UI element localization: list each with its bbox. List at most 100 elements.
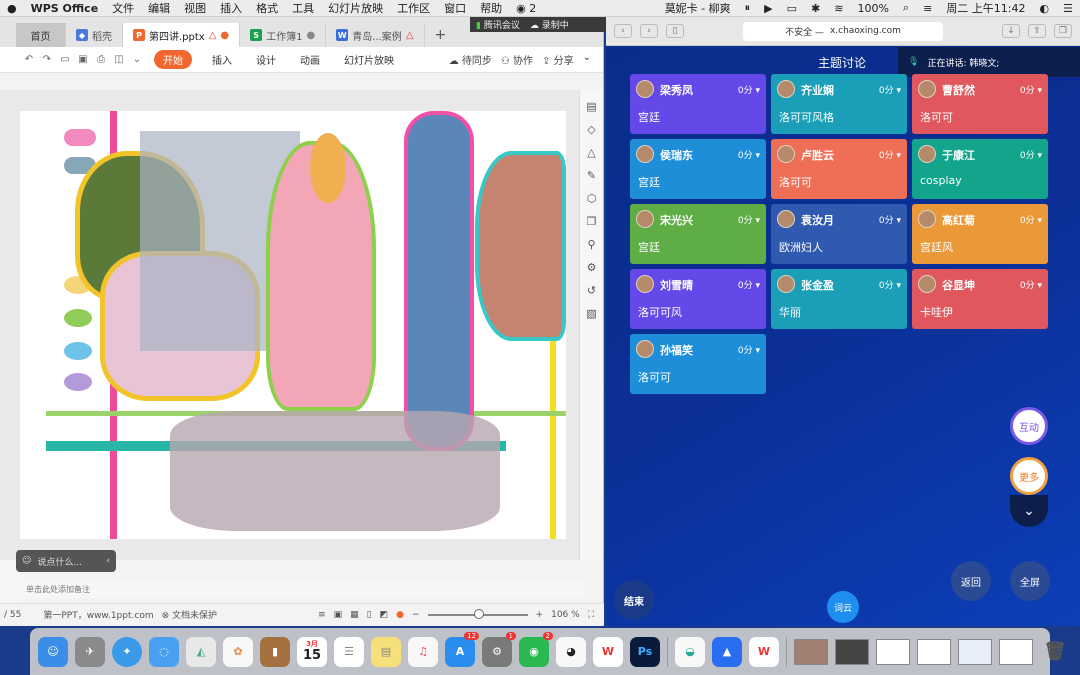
maps-icon[interactable]: ◭ [186, 636, 216, 667]
minimized-window-thumb[interactable] [917, 638, 951, 665]
print-icon[interactable]: ⎙ [92, 54, 110, 65]
rail-settings-icon[interactable]: ⚙ [587, 261, 597, 274]
discussion-card[interactable]: 孙福笑 0分 ▾ 洛可可 [630, 334, 766, 394]
control-center-icon[interactable]: ≡ [916, 2, 939, 15]
download-icon[interactable]: ↓ [1002, 24, 1020, 38]
toolbar-more-icon[interactable]: ⌄ [583, 52, 591, 67]
card-score-dropdown[interactable]: 0分 ▾ [1020, 278, 1042, 291]
card-score-dropdown[interactable]: 0分 ▾ [879, 148, 901, 161]
address-bar[interactable]: 不安全 — x.chaoxing.com [743, 21, 943, 41]
appstore-icon[interactable]: A 12 [445, 631, 479, 667]
card-score-dropdown[interactable]: 0分 ▾ [738, 278, 760, 291]
rail-copy-icon[interactable]: ❐ [587, 215, 597, 228]
discussion-card[interactable]: 张金盈 0分 ▾ 华丽 [771, 269, 907, 329]
photoshop-icon[interactable]: Ps [630, 636, 660, 667]
minimized-window-thumb[interactable] [794, 638, 828, 665]
calendar-icon[interactable]: 3月 15 [297, 636, 327, 667]
search-icon[interactable]: ⌕ [896, 1, 916, 15]
tab-qingdao[interactable]: W 青岛...案例 △ [326, 23, 425, 47]
rail-fill-icon[interactable]: △ [587, 146, 595, 159]
interact-button[interactable]: 互动 [1010, 407, 1048, 445]
forward-icon[interactable]: › [640, 24, 658, 38]
card-score-dropdown[interactable]: 0分 ▾ [1020, 148, 1042, 161]
card-score-dropdown[interactable]: 0分 ▾ [1020, 213, 1042, 226]
menu-tools[interactable]: 工具 [285, 0, 321, 16]
fit-window-icon[interactable]: ⛶ [588, 610, 604, 620]
ribbon-tab-insert[interactable]: 插入 [200, 52, 244, 67]
zoom-in-icon[interactable]: + [536, 610, 544, 620]
card-score-dropdown[interactable]: 0分 ▾ [1020, 83, 1042, 96]
zoom-slider-thumb[interactable] [473, 608, 484, 619]
card-score-dropdown[interactable]: 0分 ▾ [738, 83, 760, 96]
rail-shape-icon[interactable]: ◇ [587, 123, 595, 136]
rail-image-icon[interactable]: ▧ [586, 307, 596, 320]
contacts-icon[interactable]: ▮ [260, 636, 290, 667]
end-button[interactable]: 结束 [614, 580, 654, 620]
play-slideshow-icon[interactable]: ● [396, 610, 404, 620]
card-score-dropdown[interactable]: 0分 ▾ [738, 343, 760, 356]
card-score-dropdown[interactable]: 0分 ▾ [879, 83, 901, 96]
comment-input[interactable]: 说点什么... [37, 555, 82, 568]
system-settings-icon[interactable]: ⚙ 1 [482, 631, 516, 667]
slide-canvas[interactable] [20, 111, 566, 539]
ribbon-tab-slideshow[interactable]: 幻灯片放映 [332, 52, 406, 67]
photos-icon[interactable]: ✿ [223, 636, 253, 667]
tab-docer[interactable]: ◆ 稻壳 [66, 23, 123, 47]
cast-icon[interactable]: ▭ [780, 2, 804, 15]
apple-icon[interactable]: ● [0, 2, 24, 15]
menu-help[interactable]: 帮助 [473, 0, 509, 16]
notes-icon[interactable]: ▤ [371, 636, 401, 667]
zoom-out-icon[interactable]: − [412, 610, 420, 620]
wechat-status-icon[interactable]: ◉ 2 [509, 2, 543, 15]
discussion-card[interactable]: 谷显坤 0分 ▾ 卡哇伊 [912, 269, 1048, 329]
ribbon-tab-animation[interactable]: 动画 [288, 52, 332, 67]
discussion-card[interactable]: 齐业娴 0分 ▾ 洛可可风格 [771, 74, 907, 134]
redo-icon[interactable]: ↷ [38, 54, 56, 65]
wifi-icon[interactable]: ≋ [827, 2, 850, 15]
app-menu[interactable]: WPS Office [24, 2, 106, 15]
sidebar-icon[interactable]: ▯ [666, 24, 684, 38]
notes-area[interactable]: 单击此处添加备注 [20, 580, 584, 598]
doc-protect-status[interactable]: ⊗ 文档未保护 [162, 608, 217, 621]
battery-label[interactable]: 100% [850, 2, 895, 15]
more-button[interactable]: 更多 [1010, 457, 1048, 495]
sync-button[interactable]: ☁ 待同步 [449, 52, 492, 67]
notification-icon[interactable]: ☰ [1056, 2, 1080, 15]
view-normal-icon[interactable]: ▣ [334, 610, 343, 620]
page-indicator[interactable]: / 55 [4, 610, 21, 620]
recording-indicator[interactable]: ☁ 录制中 [530, 18, 569, 31]
finder-icon[interactable]: ☺ [38, 636, 68, 667]
view-reading-icon[interactable]: ▯ [367, 610, 372, 620]
minimized-window-thumb[interactable] [999, 638, 1033, 665]
discussion-card[interactable]: 卢胜云 0分 ▾ 洛可可 [771, 139, 907, 199]
discussion-card[interactable]: 于康江 0分 ▾ cosplay [912, 139, 1048, 199]
pause-icon[interactable]: ⏸ [738, 1, 758, 15]
fullscreen-button[interactable]: 全屏 [1010, 561, 1050, 601]
play-icon[interactable]: ▶ [757, 2, 779, 15]
discussion-card[interactable]: 梁秀凤 0分 ▾ 宫廷 [630, 74, 766, 134]
trash-icon[interactable]: 🗑 [1040, 637, 1070, 667]
rail-pin-icon[interactable]: ⚲ [587, 238, 595, 251]
card-score-dropdown[interactable]: 0分 ▾ [879, 213, 901, 226]
ribbon-tab-start[interactable]: 开始 [154, 50, 192, 69]
card-score-dropdown[interactable]: 0分 ▾ [879, 278, 901, 291]
siri-icon[interactable]: ◐ [1033, 2, 1057, 15]
emoji-icon[interactable]: ☺ [22, 556, 31, 566]
wps-icon[interactable]: W [593, 636, 623, 667]
tabs-overview-icon[interactable]: ❐ [1054, 24, 1072, 38]
menu-insert[interactable]: 插入 [213, 0, 249, 16]
wordcloud-button[interactable]: 词云 [827, 591, 859, 623]
menu-file[interactable]: 文件 [105, 0, 141, 16]
discussion-card[interactable]: 高红菊 0分 ▾ 宫廷风 [912, 204, 1048, 264]
tab-pptx[interactable]: P 第四讲.pptx △ ● [123, 23, 241, 47]
view-notes-icon[interactable]: ≡ [318, 610, 326, 620]
more-quick-icon[interactable]: ⌄ [128, 54, 146, 65]
lanxin-icon[interactable]: ▲ [712, 636, 742, 667]
launchpad-icon[interactable]: ✈ [75, 636, 105, 667]
discussion-card[interactable]: 袁汝月 0分 ▾ 欧洲妇人 [771, 204, 907, 264]
rail-history-icon[interactable]: ↺ [587, 284, 596, 297]
rail-layout-icon[interactable]: ▤ [586, 100, 596, 113]
tencent-meeting-icon[interactable]: ◒ [675, 636, 705, 667]
back-button[interactable]: 返回 [951, 561, 991, 601]
discussion-card[interactable]: 曹舒然 0分 ▾ 洛可可 [912, 74, 1048, 134]
